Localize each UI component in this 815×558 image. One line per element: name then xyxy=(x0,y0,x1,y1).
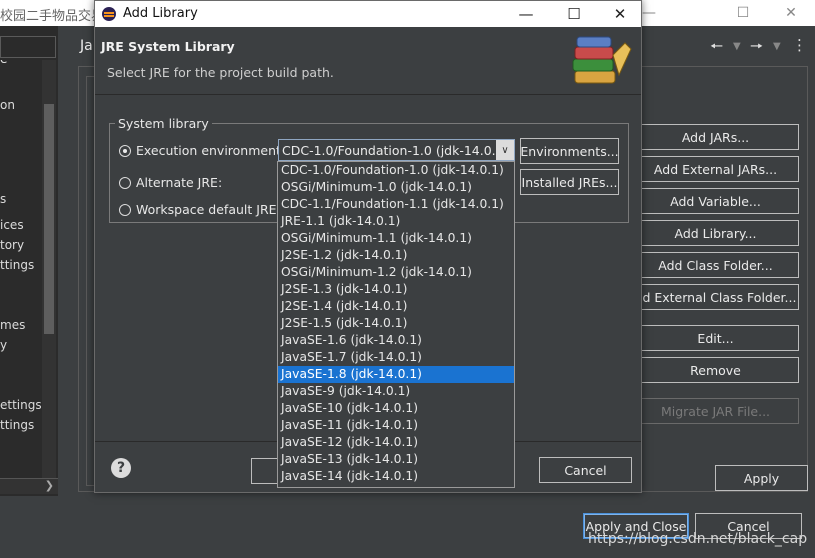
forward-arrow-icon[interactable]: 🠖 xyxy=(750,36,763,61)
dropdown-option[interactable]: J2SE-1.2 (jdk-14.0.1) xyxy=(278,247,514,264)
background-window-title: 校园二手物品交易 xyxy=(0,9,100,24)
dropdown-option[interactable]: JavaSE-14 (jdk-14.0.1) xyxy=(278,468,514,485)
radio-icon[interactable] xyxy=(119,176,131,189)
dropdown-option[interactable]: CDC-1.0/Foundation-1.0 (jdk-14.0.1) xyxy=(278,162,514,179)
dropdown-option[interactable]: OSGi/Minimum-1.2 (jdk-14.0.1) xyxy=(278,264,514,281)
installed-jres-button[interactable]: Installed JREs... xyxy=(520,169,619,195)
dropdown-option[interactable]: JavaSE-1.6 (jdk-14.0.1) xyxy=(278,332,514,349)
execution-environment-radio[interactable]: Execution environment: xyxy=(119,143,285,158)
dialog-cancel-button[interactable]: Cancel xyxy=(539,457,632,483)
dialog-title: Add Library xyxy=(123,6,198,21)
library-books-icon xyxy=(572,36,632,84)
dropdown-option[interactable]: JavaSE-9 (jdk-14.0.1) xyxy=(278,383,514,400)
radio-icon[interactable] xyxy=(119,203,131,216)
tree-scrollbar[interactable] xyxy=(42,60,56,480)
dialog-header: JRE System Library Select JRE for the pr… xyxy=(95,27,641,95)
execution-environment-dropdown-list[interactable]: CDC-1.0/Foundation-1.0 (jdk-14.0.1) OSGi/… xyxy=(277,161,515,488)
page-title: Ja xyxy=(80,38,93,54)
eclipse-icon xyxy=(102,7,116,21)
dropdown-option[interactable]: JRE-1.1 (jdk-14.0.1) xyxy=(278,213,514,230)
preferences-sidebar: e on s ices tory ttings mes y ettings ttings xyxy=(0,26,58,496)
preferences-tree-item[interactable]: ices xyxy=(0,218,24,232)
remove-button[interactable]: Remove xyxy=(632,357,799,383)
system-library-label: System library xyxy=(115,116,212,131)
minimize-icon[interactable]: — xyxy=(503,1,549,27)
add-external-class-folder-button[interactable]: dd External Class Folder... xyxy=(632,284,799,310)
dropdown-option[interactable]: JavaSE-1.8 (jdk-14.0.1) xyxy=(278,366,514,383)
dropdown-option[interactable]: JavaSE-10 (jdk-14.0.1) xyxy=(278,400,514,417)
maximize-icon[interactable]: ☐ xyxy=(720,0,766,26)
dropdown-option[interactable]: JavaSE-13 (jdk-14.0.1) xyxy=(278,451,514,468)
add-variable-button[interactable]: Add Variable... xyxy=(632,188,799,214)
preferences-tree-item[interactable]: tory xyxy=(0,238,24,252)
preferences-tree-item[interactable]: y xyxy=(0,338,7,352)
dropdown-option[interactable]: OSGi/Minimum-1.0 (jdk-14.0.1) xyxy=(278,179,514,196)
dropdown-option[interactable]: JavaSE-12 (jdk-14.0.1) xyxy=(278,434,514,451)
help-icon[interactable]: ? xyxy=(111,458,131,478)
chevron-down-icon[interactable]: ▼ xyxy=(733,41,741,52)
radio-icon[interactable] xyxy=(119,144,131,157)
preferences-tree: e on s ices tory ttings mes y ettings ttings xyxy=(0,60,42,480)
dropdown-option[interactable]: OSGi/Minimum-1.1 (jdk-14.0.1) xyxy=(278,230,514,247)
filter-input[interactable] xyxy=(0,36,56,58)
preferences-tree-item[interactable]: mes xyxy=(0,318,25,332)
apply-button[interactable]: Apply xyxy=(715,465,808,491)
preferences-tree-item[interactable]: s xyxy=(0,192,6,206)
alternate-jre-radio[interactable]: Alternate JRE: xyxy=(119,175,222,190)
preferences-tree-item[interactable]: on xyxy=(0,98,15,112)
close-icon[interactable]: ✕ xyxy=(768,0,814,26)
dropdown-option[interactable]: JavaSE-11 (jdk-14.0.1) xyxy=(278,417,514,434)
chevron-down-icon[interactable]: ∨ xyxy=(496,140,514,160)
maximize-icon[interactable]: ☐ xyxy=(551,1,597,27)
environments-button[interactable]: Environments... xyxy=(520,138,619,164)
chevron-down-icon[interactable]: ▼ xyxy=(773,41,781,52)
combo-selected-value: CDC-1.0/Foundation-1.0 (jdk-14.0.1) xyxy=(282,143,509,158)
dropdown-option[interactable]: J2SE-1.3 (jdk-14.0.1) xyxy=(278,281,514,298)
dialog-titlebar: Add Library — ☐ ✕ xyxy=(95,1,641,27)
preferences-tree-item[interactable]: e xyxy=(0,60,7,66)
horizontal-scrollbar[interactable]: ❯ xyxy=(0,478,58,494)
dropdown-option[interactable]: CDC-1.1/Foundation-1.1 (jdk-14.0.1) xyxy=(278,196,514,213)
dropdown-option[interactable]: J2SE-1.5 (jdk-14.0.1) xyxy=(278,315,514,332)
execution-environment-combo[interactable]: CDC-1.0/Foundation-1.0 (jdk-14.0.1) ∨ xyxy=(278,139,515,161)
dropdown-option[interactable]: J2SE-1.4 (jdk-14.0.1) xyxy=(278,298,514,315)
edit-button[interactable]: Edit... xyxy=(632,325,799,351)
migrate-jar-file-button[interactable]: Migrate JAR File... xyxy=(632,398,799,424)
preferences-tree-item[interactable]: ttings xyxy=(0,258,34,272)
chevron-right-icon[interactable]: ❯ xyxy=(45,479,54,492)
wizard-page-title: JRE System Library xyxy=(101,39,235,54)
wizard-page-description: Select JRE for the project build path. xyxy=(107,65,334,80)
preferences-tree-item[interactable]: ettings xyxy=(0,398,42,412)
scrollbar-thumb[interactable] xyxy=(44,104,54,334)
close-icon[interactable]: ✕ xyxy=(597,1,643,27)
workspace-default-label: Workspace default JRE (j xyxy=(136,202,289,217)
dropdown-option[interactable]: JavaSE-1.7 (jdk-14.0.1) xyxy=(278,349,514,366)
watermark-text: https://blog.csdn.net/black_cap xyxy=(588,531,808,547)
execution-environment-label: Execution environment: xyxy=(136,143,286,158)
add-class-folder-button[interactable]: Add Class Folder... xyxy=(632,252,799,278)
preferences-tree-item[interactable]: ttings xyxy=(0,418,34,432)
add-external-jars-button[interactable]: Add External JARs... xyxy=(632,156,799,182)
alternate-jre-label: Alternate JRE: xyxy=(136,175,223,190)
more-menu-icon[interactable]: ⋮ xyxy=(792,36,807,54)
workspace-default-radio[interactable]: Workspace default JRE (j xyxy=(119,202,289,217)
add-jars-button[interactable]: Add JARs... xyxy=(632,124,799,150)
add-library-button[interactable]: Add Library... xyxy=(632,220,799,246)
back-arrow-icon[interactable]: 🠔 xyxy=(710,36,723,61)
